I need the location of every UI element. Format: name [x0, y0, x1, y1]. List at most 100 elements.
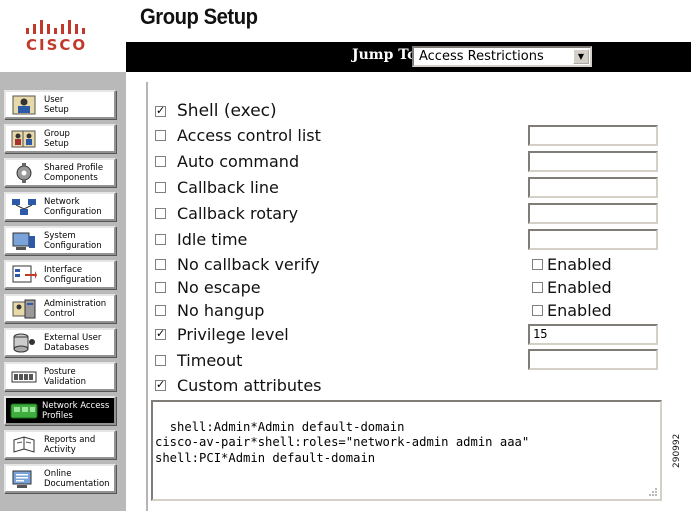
- sidebar-item-label: Network Configuration: [44, 196, 102, 217]
- sidebar-item-shared-profile-components[interactable]: Shared Profile Components: [4, 158, 116, 187]
- group-icon: [8, 127, 40, 150]
- custom-attributes-row: Custom attributes: [155, 374, 322, 396]
- timeout-checkbox[interactable]: [155, 354, 166, 366]
- no-escape-label: No escape: [177, 277, 261, 297]
- no-escape-enabled-checkbox[interactable]: [532, 281, 543, 293]
- auto-command-input[interactable]: [528, 151, 658, 172]
- no-hangup-checkbox[interactable]: [155, 304, 166, 316]
- enabled-label: Enabled: [547, 254, 612, 274]
- reports-icon: [8, 433, 40, 456]
- no-callback-verify-enabled: Enabled: [532, 254, 612, 274]
- callback-line-row: Callback line: [155, 176, 279, 198]
- chevron-down-icon[interactable]: ▼: [573, 49, 589, 64]
- callback-rotary-label: Callback rotary: [177, 203, 299, 223]
- sidebar-item-user-setup[interactable]: User Setup: [4, 90, 116, 119]
- idle-time-input[interactable]: [528, 229, 658, 250]
- shell-row: Shell (exec): [155, 100, 277, 122]
- custom-attributes-textarea[interactable]: shell:Admin*Admin default-domain cisco-a…: [151, 400, 662, 501]
- network-icon: [8, 195, 40, 218]
- auto-command-checkbox[interactable]: [155, 155, 166, 167]
- custom-attributes-text: shell:Admin*Admin default-domain cisco-a…: [155, 419, 530, 465]
- no-callback-verify-checkbox[interactable]: [155, 258, 166, 270]
- timeout-row: Timeout: [155, 349, 242, 371]
- sidebar-item-reports-and-activity[interactable]: Reports and Activity: [4, 430, 116, 459]
- callback-line-input[interactable]: [528, 177, 658, 198]
- no-callback-verify-label: No callback verify: [177, 254, 320, 274]
- sidebar-item-label: Shared Profile Components: [44, 162, 104, 183]
- sidebar-item-label: Posture Validation: [44, 366, 86, 387]
- content-divider: [146, 82, 148, 511]
- interface-icon: [8, 263, 40, 286]
- callback-rotary-row: Callback rotary: [155, 202, 298, 224]
- database-icon: [8, 331, 40, 354]
- privilege-level-label: Privilege level: [177, 324, 289, 344]
- sidebar-item-online-documentation[interactable]: Online Documentation: [4, 464, 116, 493]
- custom-attributes-checkbox[interactable]: [155, 378, 166, 391]
- sidebar-item-label: Reports and Activity: [44, 434, 96, 455]
- jump-to-label: Jump To: [352, 47, 417, 63]
- sidebar-item-label: Network Access Profiles: [42, 400, 110, 421]
- no-escape-checkbox[interactable]: [155, 281, 166, 293]
- idle-time-label: Idle time: [177, 229, 248, 249]
- no-hangup-enabled-checkbox[interactable]: [532, 304, 543, 316]
- acl-label: Access control list: [177, 125, 321, 145]
- sidebar-item-label: Group Setup: [44, 128, 70, 149]
- privilege-level-input[interactable]: 15: [528, 324, 658, 345]
- sidebar-item-label: Administration Control: [44, 298, 107, 319]
- no-callback-verify-enabled-checkbox[interactable]: [532, 258, 543, 270]
- sidebar-item-system-configuration[interactable]: System Configuration: [4, 226, 116, 255]
- page-title: Group Setup: [140, 4, 258, 29]
- callback-rotary-checkbox[interactable]: [155, 207, 166, 219]
- custom-attributes-label: Custom attributes: [177, 375, 322, 395]
- auto-command-row: Auto command: [155, 150, 299, 172]
- no-callback-verify-row: No callback verify: [155, 253, 320, 275]
- auto-command-label: Auto command: [177, 151, 300, 171]
- posture-icon: [8, 365, 40, 388]
- cisco-bars-icon: [26, 20, 85, 34]
- no-escape-enabled: Enabled: [532, 277, 612, 297]
- shared-profile-icon: [8, 161, 40, 184]
- cisco-logo: CISCO: [0, 0, 126, 70]
- shell-label: Shell (exec): [177, 101, 277, 121]
- callback-line-label: Callback line: [177, 177, 279, 197]
- jump-to-select[interactable]: Access Restrictions ▼: [412, 46, 592, 67]
- idle-time-checkbox[interactable]: [155, 233, 166, 245]
- privilege-level-checkbox[interactable]: [155, 327, 166, 340]
- sidebar-item-network-access-profiles[interactable]: Network Access Profiles: [4, 396, 116, 425]
- no-escape-row: No escape: [155, 276, 261, 298]
- timeout-label: Timeout: [177, 350, 243, 370]
- sidebar-item-interface-configuration[interactable]: Interface Configuration: [4, 260, 116, 289]
- sidebar-item-network-configuration[interactable]: Network Configuration: [4, 192, 116, 221]
- sidebar-item-label: User Setup: [44, 94, 69, 115]
- sidebar-item-label: Interface Configuration: [44, 264, 102, 285]
- sidebar: User Setup Group Setup Shared Profile Co…: [0, 72, 126, 511]
- idle-time-row: Idle time: [155, 228, 247, 250]
- acl-input[interactable]: [528, 125, 658, 146]
- callback-rotary-input[interactable]: [528, 203, 658, 224]
- privilege-level-row: Privilege level: [155, 323, 289, 345]
- docs-icon: [8, 467, 40, 490]
- sidebar-item-group-setup[interactable]: Group Setup: [4, 124, 116, 153]
- shell-checkbox[interactable]: [155, 104, 166, 117]
- sidebar-item-external-user-databases[interactable]: External User Databases: [4, 328, 116, 357]
- sidebar-item-label: System Configuration: [44, 230, 102, 251]
- no-hangup-row: No hangup: [155, 299, 264, 321]
- enabled-label: Enabled: [547, 300, 612, 320]
- sidebar-item-posture-validation[interactable]: Posture Validation: [4, 362, 116, 391]
- figure-id: 290992: [672, 433, 682, 468]
- network-access-icon: [8, 399, 40, 422]
- callback-line-checkbox[interactable]: [155, 181, 166, 193]
- resize-grip-icon[interactable]: [648, 487, 658, 497]
- sidebar-item-administration-control[interactable]: Administration Control: [4, 294, 116, 323]
- logo-text: CISCO: [26, 36, 88, 54]
- no-hangup-label: No hangup: [177, 300, 265, 320]
- system-icon: [8, 229, 40, 252]
- admin-icon: [8, 297, 40, 320]
- user-icon: [8, 93, 40, 116]
- timeout-input[interactable]: [528, 349, 658, 370]
- sidebar-item-label: Online Documentation: [44, 468, 110, 489]
- acl-row: Access control list: [155, 124, 321, 146]
- acl-checkbox[interactable]: [155, 129, 166, 141]
- jump-bar: Jump To Access Restrictions ▼: [126, 42, 691, 72]
- enabled-label: Enabled: [547, 277, 612, 297]
